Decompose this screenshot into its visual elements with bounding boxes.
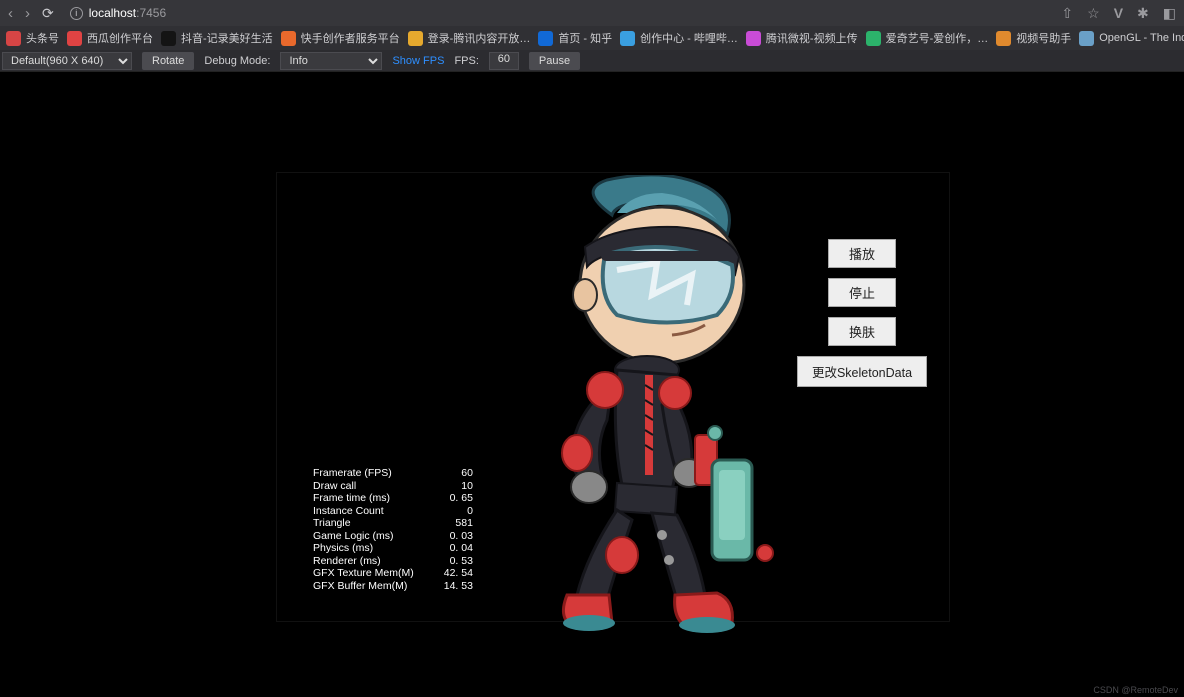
back-icon[interactable]: ‹ <box>8 5 13 22</box>
stats-row: Game Logic (ms)0. 03 <box>313 531 473 542</box>
fps-label: FPS: <box>454 55 478 67</box>
rotate-button[interactable]: Rotate <box>142 52 194 70</box>
stats-key: Game Logic (ms) <box>313 531 414 542</box>
bookmark-label: OpenGL - The Ind… <box>1099 32 1184 44</box>
stats-value: 0. 04 <box>416 543 473 554</box>
info-icon[interactable]: i <box>70 7 83 20</box>
show-fps-link[interactable]: Show FPS <box>392 55 444 67</box>
fps-input[interactable]: 60 <box>489 52 519 70</box>
bookmark-label: 创作中心 - 哔哩哔… <box>640 30 738 46</box>
stats-row: Renderer (ms)0. 53 <box>313 556 473 567</box>
stats-value: 0. 53 <box>416 556 473 567</box>
share-icon[interactable]: ⇧ <box>1061 5 1073 22</box>
bookmark-favicon <box>1079 31 1094 46</box>
bookmark-item[interactable]: 爱奇艺号-爱创作，… <box>866 30 989 46</box>
bookmark-favicon <box>281 31 296 46</box>
bookmark-favicon <box>6 31 21 46</box>
v-icon[interactable]: V <box>1114 5 1123 21</box>
forward-icon[interactable]: › <box>25 5 30 22</box>
stats-key: Draw call <box>313 481 414 492</box>
stats-panel: Framerate (FPS)60Draw call10Frame time (… <box>311 466 475 593</box>
bookmark-item[interactable]: 腾讯微视-视频上传 <box>746 30 858 46</box>
bookmark-item[interactable]: 首页 - 知乎 <box>538 30 612 46</box>
stats-key: Triangle <box>313 518 414 529</box>
play-button[interactable]: 播放 <box>828 239 896 268</box>
stats-key: GFX Texture Mem(M) <box>313 568 414 579</box>
bookmark-favicon <box>996 31 1011 46</box>
bookmark-item[interactable]: 抖音-记录美好生活 <box>161 30 273 46</box>
stats-row: Framerate (FPS)60 <box>313 468 473 479</box>
bookmark-favicon <box>67 31 82 46</box>
stats-value: 10 <box>416 481 473 492</box>
stats-row: Draw call10 <box>313 481 473 492</box>
sidepanel-icon[interactable]: ◧ <box>1163 5 1176 22</box>
bookmark-favicon <box>620 31 635 46</box>
bookmark-label: 爱奇艺号-爱创作，… <box>886 30 989 46</box>
stats-key: GFX Buffer Mem(M) <box>313 581 414 592</box>
character-sprite <box>517 175 797 641</box>
stats-key: Physics (ms) <box>313 543 414 554</box>
bookmark-item[interactable]: OpenGL - The Ind… <box>1079 31 1184 46</box>
skin-button[interactable]: 换肤 <box>828 317 896 346</box>
stats-row: GFX Texture Mem(M)42. 54 <box>313 568 473 579</box>
debug-mode-label: Debug Mode: <box>204 55 270 67</box>
url-port: :7456 <box>136 6 166 20</box>
app-toolbar: Default(960 X 640) Rotate Debug Mode: In… <box>0 50 1184 72</box>
bookmark-favicon <box>161 31 176 46</box>
bookmark-item[interactable]: 西瓜创作平台 <box>67 30 153 46</box>
bookmark-favicon <box>538 31 553 46</box>
stats-row: Frame time (ms)0. 65 <box>313 493 473 504</box>
stats-value: 0. 65 <box>416 493 473 504</box>
debug-mode-select[interactable]: Info <box>280 52 382 70</box>
bookmark-label: 头条号 <box>26 30 59 46</box>
game-button-panel: 播放 停止 换肤 更改SkeletonData <box>797 239 927 387</box>
stats-key: Frame time (ms) <box>313 493 414 504</box>
stats-row: Triangle581 <box>313 518 473 529</box>
bookmark-item[interactable]: 头条号 <box>6 30 59 46</box>
bookmark-label: 视频号助手 <box>1016 30 1071 46</box>
stats-value: 0 <box>416 506 473 517</box>
stats-key: Framerate (FPS) <box>313 468 414 479</box>
stats-value: 0. 03 <box>416 531 473 542</box>
stats-row: Physics (ms)0. 04 <box>313 543 473 554</box>
stats-value: 42. 54 <box>416 568 473 579</box>
pause-button[interactable]: Pause <box>529 52 580 70</box>
browser-toolbar: ‹ › ⟳ i localhost:7456 ⇧ ☆ V ✱ ◧ <box>0 0 1184 26</box>
bookmark-favicon <box>408 31 423 46</box>
bookmark-label: 抖音-记录美好生活 <box>181 30 273 46</box>
stop-button[interactable]: 停止 <box>828 278 896 307</box>
bookmark-label: 登录-腾讯内容开放… <box>428 30 531 46</box>
bookmarks-bar: 头条号 西瓜创作平台 抖音-记录美好生活 快手创作者服务平台 登录-腾讯内容开放… 首页 … <box>0 26 1184 50</box>
stats-value: 581 <box>416 518 473 529</box>
bookmark-label: 西瓜创作平台 <box>87 30 153 46</box>
star-icon[interactable]: ☆ <box>1087 5 1100 22</box>
extensions-icon[interactable]: ✱ <box>1137 5 1149 22</box>
stats-key: Instance Count <box>313 506 414 517</box>
bookmark-label: 首页 - 知乎 <box>558 30 612 46</box>
reload-icon[interactable]: ⟳ <box>42 5 54 22</box>
watermark: CSDN @RemoteDev <box>1093 685 1178 695</box>
game-canvas: 播放 停止 换肤 更改SkeletonData Framerate (FPS)6… <box>276 172 950 622</box>
stats-value: 60 <box>416 468 473 479</box>
bookmark-item[interactable]: 创作中心 - 哔哩哔… <box>620 30 738 46</box>
resolution-select[interactable]: Default(960 X 640) <box>2 52 132 70</box>
bookmark-item[interactable]: 视频号助手 <box>996 30 1071 46</box>
skeleton-data-button[interactable]: 更改SkeletonData <box>797 356 927 387</box>
stats-row: GFX Buffer Mem(M)14. 53 <box>313 581 473 592</box>
bookmark-favicon <box>746 31 761 46</box>
url-host: localhost <box>89 6 136 20</box>
stats-row: Instance Count0 <box>313 506 473 517</box>
address-bar[interactable]: i localhost:7456 <box>70 6 166 20</box>
bookmark-label: 腾讯微视-视频上传 <box>766 30 858 46</box>
bookmark-favicon <box>866 31 881 46</box>
bookmark-item[interactable]: 快手创作者服务平台 <box>281 30 400 46</box>
stats-key: Renderer (ms) <box>313 556 414 567</box>
bookmark-label: 快手创作者服务平台 <box>301 30 400 46</box>
bookmark-item[interactable]: 登录-腾讯内容开放… <box>408 30 531 46</box>
stats-value: 14. 53 <box>416 581 473 592</box>
